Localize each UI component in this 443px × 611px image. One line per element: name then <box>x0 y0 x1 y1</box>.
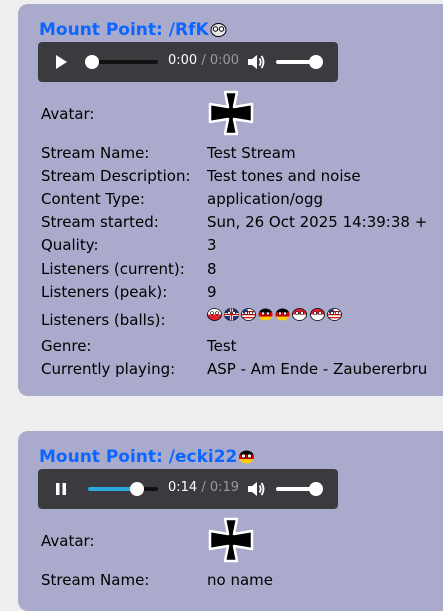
red-white-ball-icon <box>309 306 325 321</box>
germany-ball-icon <box>238 449 255 469</box>
field-label: Listeners (current): <box>41 259 185 278</box>
volume-icon[interactable] <box>246 479 266 499</box>
duration: 0:19 <box>209 480 240 495</box>
current-time: 0:14 <box>168 480 198 495</box>
time-separator: / <box>197 53 210 68</box>
seek-thumb[interactable] <box>85 55 100 69</box>
mount-title: Mount Point: /ecki22 <box>39 447 255 469</box>
cyborg-face-ball-icon <box>210 22 227 42</box>
field-value: Test <box>207 337 237 355</box>
mount-title-prefix: Mount Point: <box>39 447 169 467</box>
iron-cross-icon <box>206 88 256 138</box>
seek-bar[interactable] <box>88 482 158 496</box>
field-value: no name <box>207 571 273 589</box>
usa-ball-icon <box>241 306 257 321</box>
mount-title: Mount Point: /RfK <box>39 20 227 42</box>
mount-name: /RfK <box>168 20 209 40</box>
duration: 0:00 <box>209 53 240 68</box>
field-value: Test Stream <box>207 144 296 162</box>
seek-thumb[interactable] <box>130 482 144 496</box>
field-value: 3 <box>207 236 217 255</box>
pause-icon[interactable] <box>52 480 70 498</box>
field-label: Genre: <box>41 337 92 355</box>
field-label: Stream started: <box>41 213 159 232</box>
red-white-ball-icon <box>207 306 222 321</box>
mount-card: Mount Point: /RfK 0:00 / 0:00 Avatar: St… <box>18 4 443 396</box>
uk-ball-icon <box>224 306 239 321</box>
mount-title-prefix: Mount Point: <box>39 20 169 40</box>
red-white-ball-icon <box>292 306 308 321</box>
listener-balls <box>207 306 342 321</box>
field-label: Content Type: <box>41 190 145 209</box>
usa-ball-icon <box>326 306 342 321</box>
time-display: 0:14 / 0:19 <box>168 480 239 495</box>
field-label: Stream Name: <box>41 571 150 589</box>
germany-ball-icon <box>275 306 290 321</box>
avatar-label: Avatar: <box>41 532 95 550</box>
germany-ball-icon <box>258 306 273 321</box>
field-value: Test tones and noise <box>207 167 361 186</box>
audio-player[interactable]: 0:14 / 0:19 <box>38 469 338 509</box>
volume-slider[interactable] <box>276 55 323 69</box>
field-value: application/ogg <box>207 190 324 209</box>
iron-cross-icon <box>206 515 256 565</box>
mount-name: /ecki22 <box>168 447 238 467</box>
field-label: Quality: <box>41 236 99 255</box>
volume-thumb[interactable] <box>308 55 323 69</box>
audio-player[interactable]: 0:00 / 0:00 <box>38 42 338 82</box>
time-separator: / <box>197 480 210 495</box>
seek-bar[interactable] <box>85 55 158 69</box>
time-display: 0:00 / 0:00 <box>168 53 239 68</box>
field-label: Listeners (peak): <box>41 282 168 301</box>
field-label: Currently playing: <box>41 360 176 378</box>
mount-card: Mount Point: /ecki22 0:14 / 0:19 Avatar:… <box>18 431 443 611</box>
field-label: Stream Name: <box>41 144 150 162</box>
volume-icon[interactable] <box>246 52 266 72</box>
field-value: Sun, 26 Oct 2025 14:39:38 + <box>207 213 428 232</box>
play-icon[interactable] <box>52 53 70 71</box>
volume-thumb[interactable] <box>308 482 323 496</box>
field-value: ASP - Am Ende - Zaubererbru <box>207 360 428 378</box>
field-value: 9 <box>207 282 217 301</box>
field-label: Stream Description: <box>41 167 191 186</box>
avatar-label: Avatar: <box>41 105 95 123</box>
current-time: 0:00 <box>168 53 198 68</box>
field-value: 8 <box>207 259 217 278</box>
volume-slider[interactable] <box>276 482 323 496</box>
listeners-balls-label: Listeners (balls): <box>41 311 166 329</box>
